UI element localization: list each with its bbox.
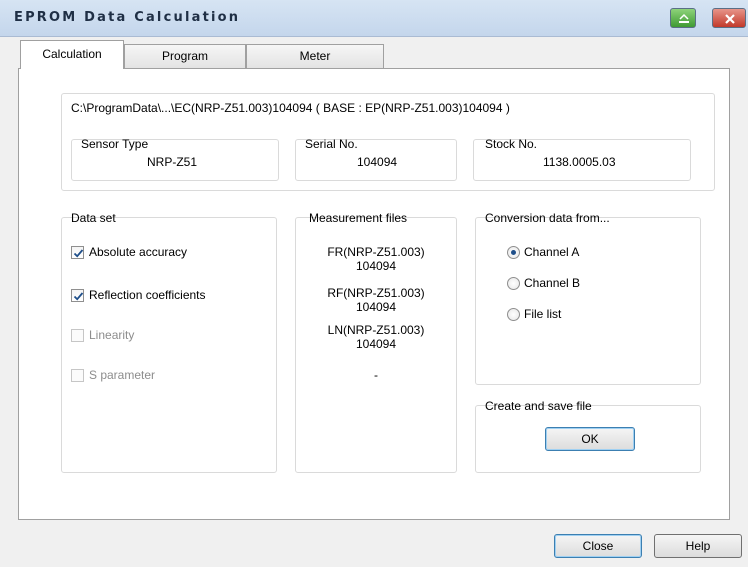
absolute-accuracy-checkbox[interactable] xyxy=(71,246,84,259)
reflection-coefficients-checkbox[interactable] xyxy=(71,289,84,302)
measurement-file-rf-name: RF(NRP-Z51.003) xyxy=(327,286,425,300)
minimize-button[interactable] xyxy=(670,8,696,28)
stock-no-label: Stock No. xyxy=(485,137,538,151)
eprom-dialog-window: EPROM Data Calculation Calculation Progr… xyxy=(0,0,748,567)
linearity-checkbox[interactable] xyxy=(71,329,84,342)
conversion-data-title: Conversion data from... xyxy=(485,211,610,225)
channel-a-label[interactable]: Channel A xyxy=(524,245,579,259)
measurement-file-rf-serial: 104094 xyxy=(355,300,397,314)
close-button[interactable]: Close xyxy=(554,534,642,558)
data-set-title: Data set xyxy=(71,211,116,225)
close-window-button[interactable] xyxy=(712,8,746,28)
conversion-data-group xyxy=(475,217,701,385)
s-parameter-checkbox[interactable] xyxy=(71,369,84,382)
help-button[interactable]: Help xyxy=(654,534,742,558)
tab-program[interactable]: Program xyxy=(124,44,246,68)
radio-selected-dot xyxy=(511,250,516,255)
create-save-title: Create and save file xyxy=(485,399,592,413)
measurement-file-rf: RF(NRP-Z51.003) 104094 xyxy=(295,286,457,314)
title-bar[interactable]: EPROM Data Calculation xyxy=(0,0,748,37)
file-path-text: C:\ProgramData\...\EC(NRP-Z51.003)104094… xyxy=(71,101,510,115)
sensor-type-value: NRP-Z51 xyxy=(147,155,198,169)
channel-a-radio[interactable] xyxy=(507,246,520,259)
serial-no-value: 104094 xyxy=(357,155,398,169)
measurement-file-fr-serial: 104094 xyxy=(355,259,397,273)
s-parameter-label[interactable]: S parameter xyxy=(89,368,155,382)
measurement-file-s-param: - xyxy=(374,368,378,382)
measurement-file-ln-serial: 104094 xyxy=(355,337,397,351)
checkmark-icon xyxy=(73,292,84,301)
measurement-file-ln-name: LN(NRP-Z51.003) xyxy=(327,323,425,337)
measurement-file-fr: FR(NRP-Z51.003) 104094 xyxy=(295,245,457,273)
file-list-label[interactable]: File list xyxy=(524,307,561,321)
serial-no-label: Serial No. xyxy=(305,137,358,151)
measurement-file-fr-name: FR(NRP-Z51.003) xyxy=(327,245,425,259)
channel-b-label[interactable]: Channel B xyxy=(524,276,580,290)
absolute-accuracy-label[interactable]: Absolute accuracy xyxy=(89,245,187,259)
minimize-icon xyxy=(679,13,689,23)
close-icon xyxy=(725,14,735,24)
reflection-coefficients-label[interactable]: Reflection coefficients xyxy=(89,288,206,302)
sensor-type-label: Sensor Type xyxy=(81,137,149,151)
file-list-radio[interactable] xyxy=(507,308,520,321)
tab-calculation[interactable]: Calculation xyxy=(20,40,124,69)
tab-meter[interactable]: Meter xyxy=(246,44,384,68)
window-title: EPROM Data Calculation xyxy=(14,10,241,25)
stock-no-value: 1138.0005.03 xyxy=(543,155,616,169)
measurement-file-ln: LN(NRP-Z51.003) 104094 xyxy=(295,323,457,351)
checkmark-icon xyxy=(73,249,84,258)
channel-b-radio[interactable] xyxy=(507,277,520,290)
linearity-label[interactable]: Linearity xyxy=(89,328,134,342)
calculation-panel: C:\ProgramData\...\EC(NRP-Z51.003)104094… xyxy=(18,68,730,520)
ok-button[interactable]: OK xyxy=(545,427,635,451)
measurement-files-title: Measurement files xyxy=(309,211,408,225)
